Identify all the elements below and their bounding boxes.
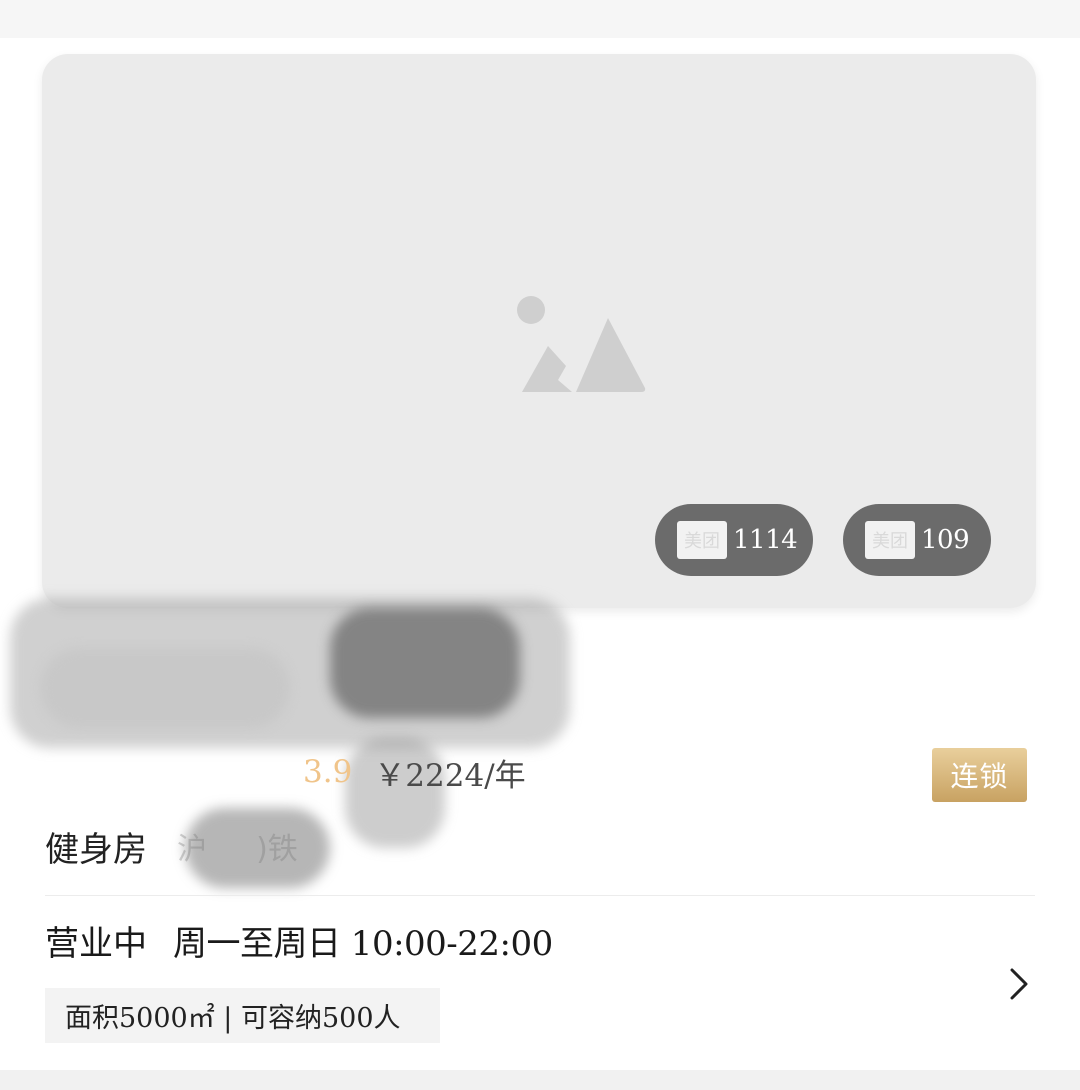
meituan-logo: 美团: [677, 521, 727, 559]
venue-address[interactable]: 沪 )铁: [177, 824, 298, 868]
meituan-count: 1114: [733, 525, 798, 555]
image-placeholder-icon: [517, 296, 646, 392]
bottom-strip: [0, 1070, 1080, 1090]
annual-price: ￥2224/年: [374, 757, 526, 794]
chain-badge: 连锁: [932, 748, 1027, 802]
venue-card: 美团 1114 美团 109 3.9 ￥2224/年 连锁 健身房 沪 )铁 营…: [0, 38, 1080, 1070]
top-strip: [0, 0, 1080, 38]
venue-detail-page: 美团 1114 美团 109 3.9 ￥2224/年 连锁 健身房 沪 )铁 营…: [0, 0, 1080, 1090]
chevron-right-icon[interactable]: [1004, 964, 1034, 1004]
redaction-smear: [330, 608, 520, 718]
opening-hours: 周一至周日 10:00-22:00: [173, 923, 553, 964]
venue-photo[interactable]: 美团 1114 美团 109: [42, 54, 1036, 608]
venue-category: 健身房: [45, 829, 147, 870]
meituan-count: 109: [921, 525, 970, 555]
open-status: 营业中: [45, 923, 147, 964]
category-row: 健身房 沪 )铁: [45, 822, 298, 870]
meituan-rating-badge[interactable]: 美团 1114: [655, 504, 813, 576]
meituan-review-badge[interactable]: 美团 109: [843, 504, 991, 576]
business-hours-row[interactable]: 营业中 周一至周日 10:00-22:00: [45, 914, 553, 966]
redaction-smear: [40, 648, 290, 728]
venue-size-tag: 面积5000㎡ | 可容纳500人: [45, 988, 440, 1043]
meituan-logo: 美团: [865, 521, 915, 559]
divider: [45, 895, 1035, 896]
rating-score: 3.9: [303, 754, 353, 790]
price-row: 3.9 ￥2224/年: [45, 746, 526, 798]
